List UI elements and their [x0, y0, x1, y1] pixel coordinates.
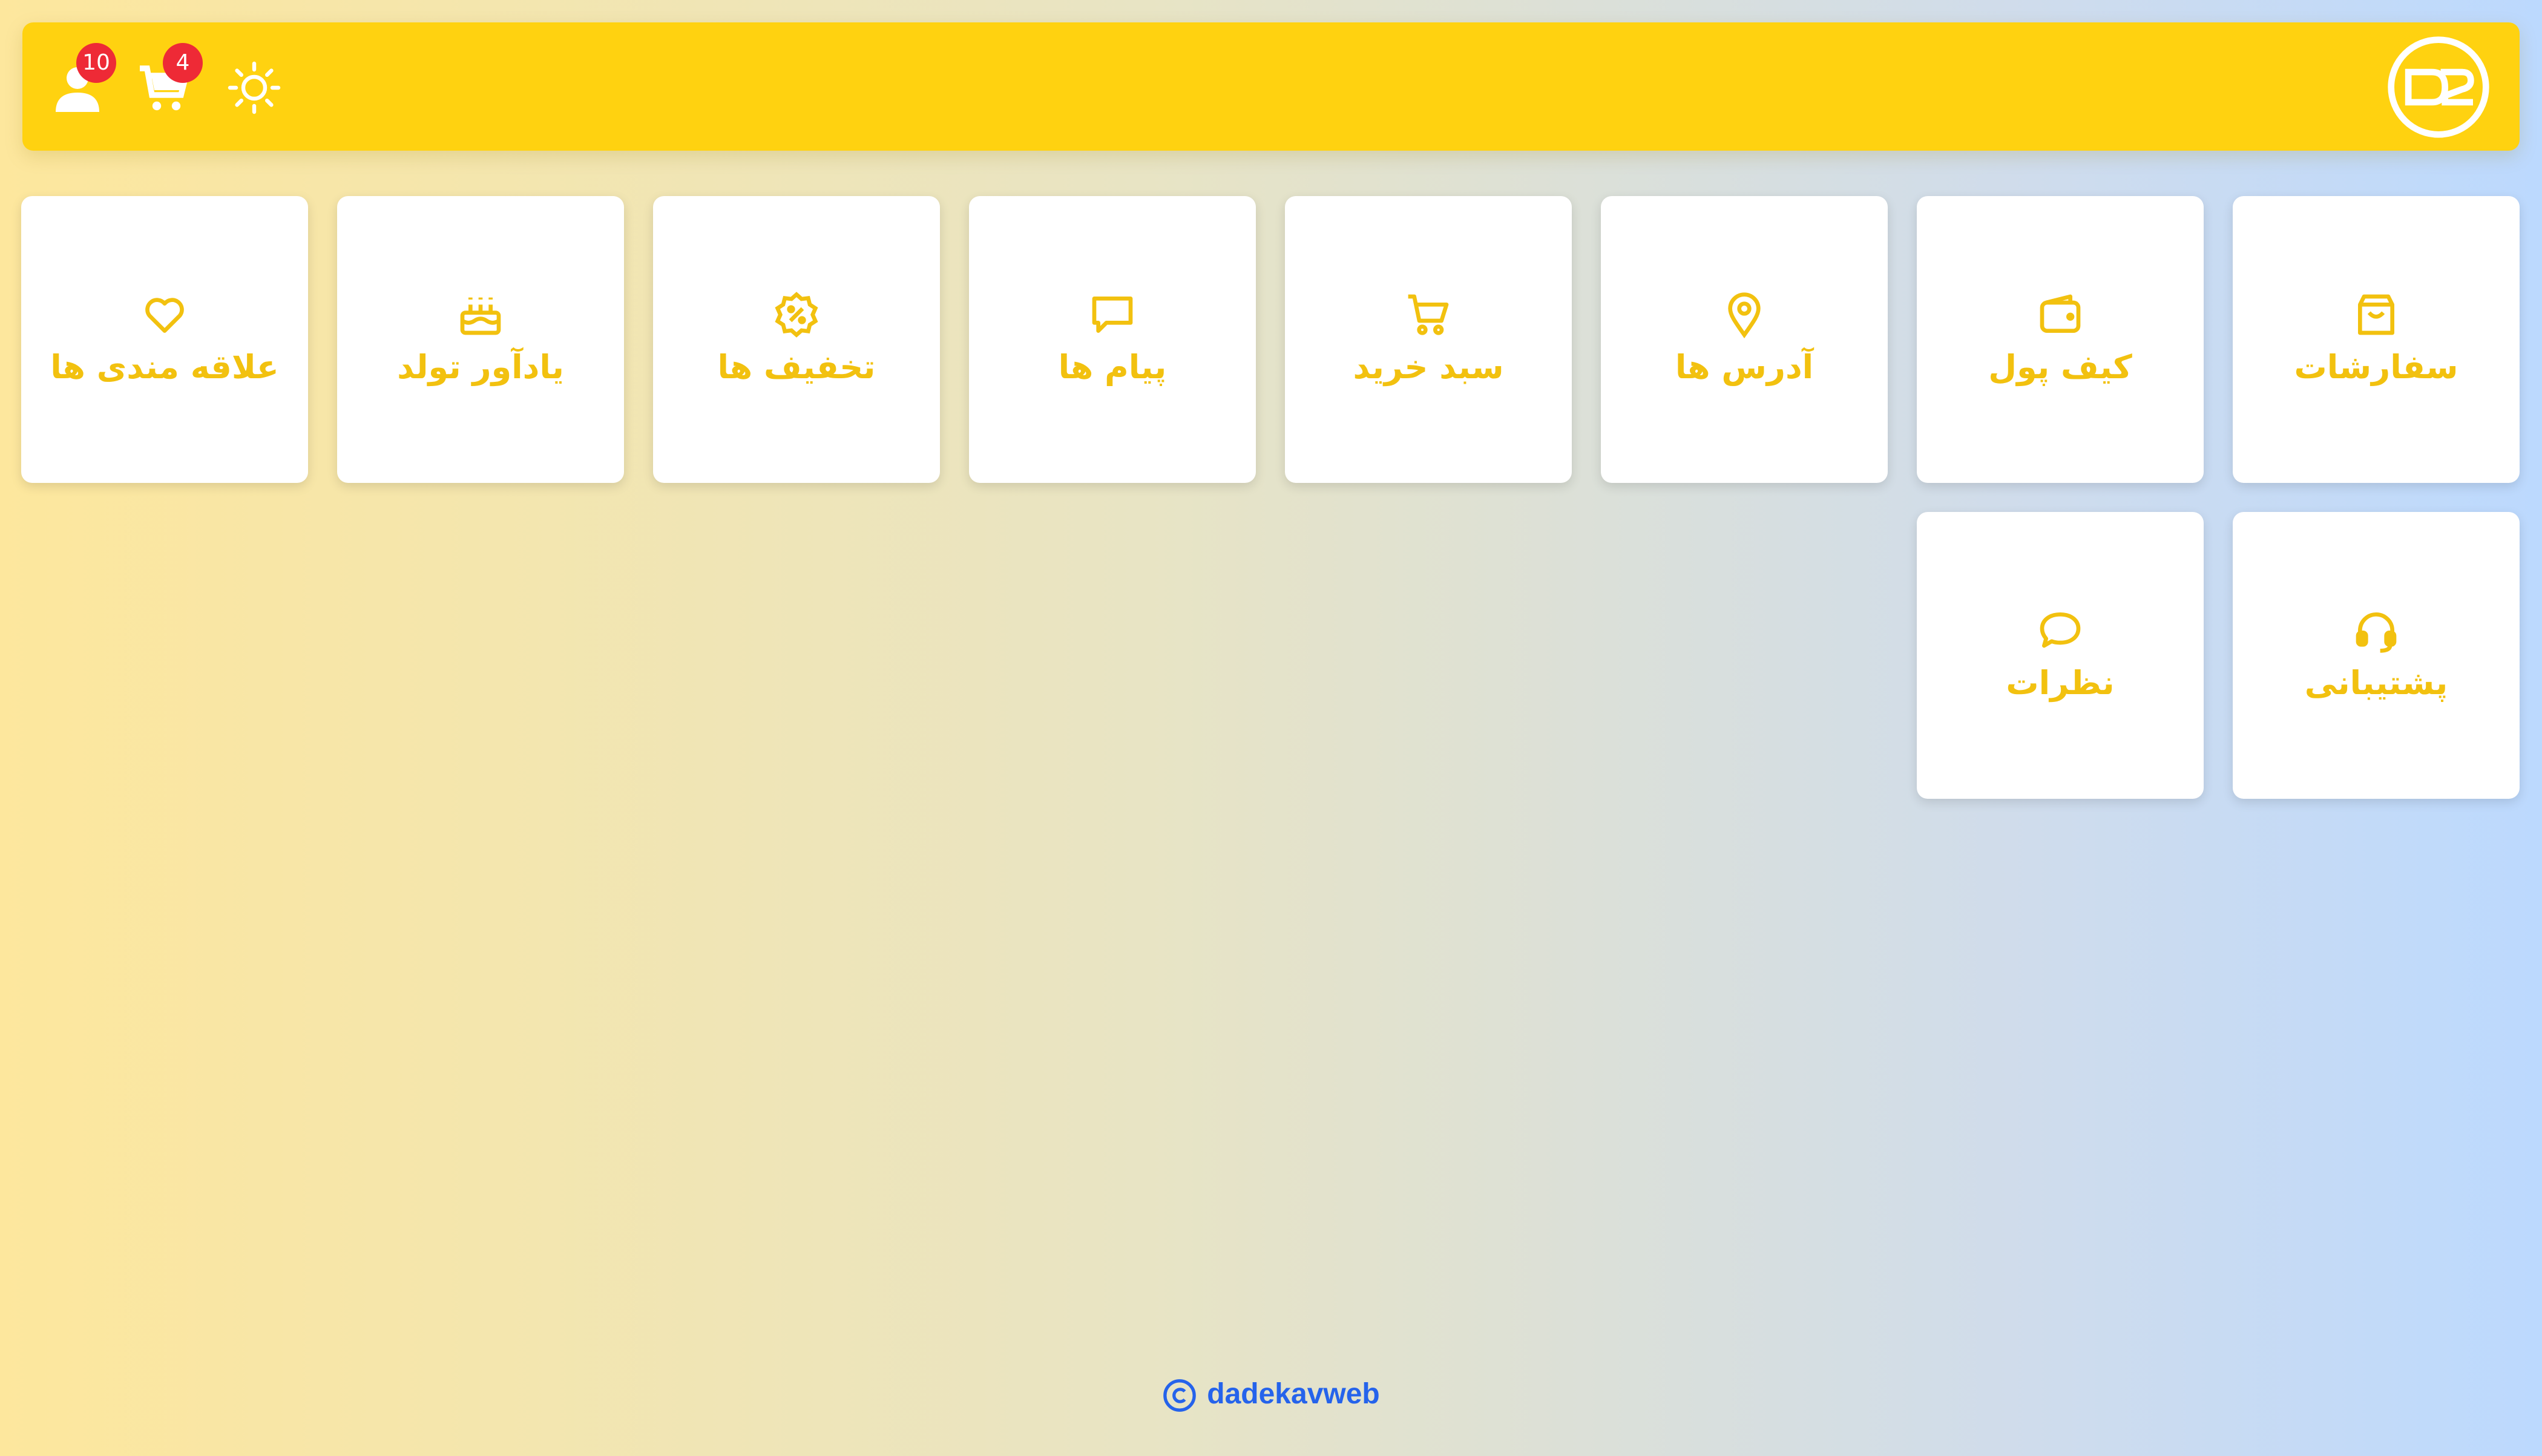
menu-card-reviews[interactable]	[1917, 512, 2204, 799]
footer-link[interactable]: dadekavweb	[1207, 1378, 1379, 1410]
heart-icon	[140, 290, 189, 339]
cake-icon	[456, 290, 505, 339]
user-icon[interactable]: 10	[48, 43, 116, 117]
card-label: علاقه مندی ها	[50, 348, 279, 386]
copyright-icon	[1162, 1378, 1197, 1413]
comment-icon	[2036, 606, 2084, 655]
menu-card-support[interactable]	[2233, 512, 2520, 799]
menu-card-orders[interactable]	[2233, 196, 2520, 483]
top-header: 10 4	[22, 22, 2520, 151]
menu-card-cart[interactable]	[1285, 196, 1572, 483]
footer-credit: dadekavweb	[0, 1377, 2542, 1413]
wallet-icon	[2036, 290, 2084, 339]
menu-card-addresses[interactable]	[1601, 196, 1888, 483]
menu-card-discounts[interactable]	[653, 196, 940, 483]
card-label: پیام ها	[1058, 348, 1167, 386]
user-notification-badge: 10	[76, 43, 116, 83]
sun-icon[interactable]	[225, 59, 283, 117]
dadekav-logo-icon[interactable]	[2385, 33, 2492, 141]
menu-card-birthday[interactable]	[337, 196, 624, 483]
card-label: پشتیبانی	[2304, 664, 2448, 702]
card-label: نظرات	[2006, 664, 2115, 702]
menu-card-wallet[interactable]	[1917, 196, 2204, 483]
card-label: تخفیف ها	[717, 348, 876, 386]
card-label: یادآور تولد	[397, 348, 564, 386]
menu-card-messages[interactable]	[969, 196, 1256, 483]
card-label: کیف پول	[1988, 348, 2132, 386]
shopping-bag-icon	[2352, 290, 2400, 339]
headset-icon	[2352, 606, 2400, 655]
cart-icon[interactable]: 4	[135, 43, 203, 117]
map-pin-icon	[1720, 290, 1769, 339]
cart-count-badge: 4	[163, 43, 203, 83]
card-label: آدرس ها	[1675, 348, 1814, 386]
menu-card-favorites[interactable]	[21, 196, 308, 483]
cart-icon	[1404, 290, 1453, 339]
discount-icon	[772, 290, 821, 339]
card-label: سفارشات	[2294, 348, 2458, 386]
message-icon	[1088, 290, 1137, 339]
card-label: سبد خرید	[1353, 348, 1504, 386]
